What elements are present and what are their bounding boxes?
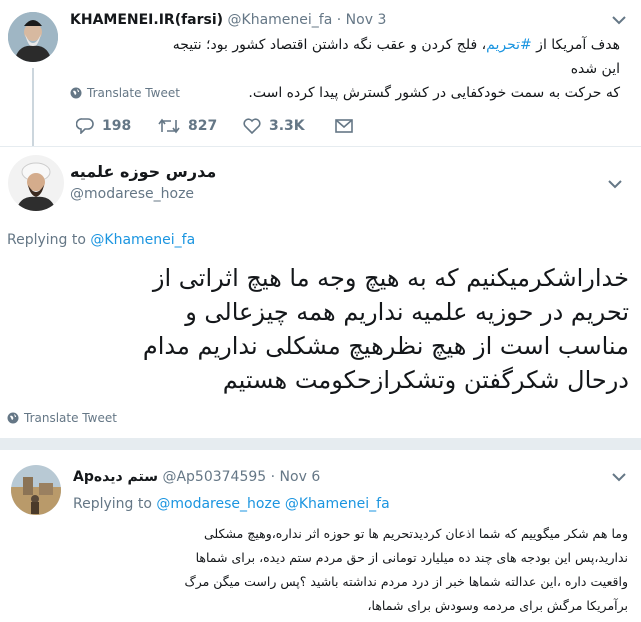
replying-to-label: Replying to xyxy=(73,496,152,512)
avatar-modarese[interactable] xyxy=(8,155,64,211)
thread-line xyxy=(32,68,34,146)
author-handle[interactable]: @modarese_hoze xyxy=(70,186,194,202)
tweet-date[interactable]: · Nov 6 xyxy=(271,469,321,485)
globe-icon xyxy=(7,412,19,424)
avatar-khamenei[interactable] xyxy=(8,12,58,62)
retweet-icon xyxy=(158,118,180,134)
avatar-ap[interactable] xyxy=(11,465,61,515)
chevron-down-icon[interactable] xyxy=(608,179,622,189)
tweet-text: هدف آمریکا از #تحریم، فلج کردن و عقب نگه… xyxy=(172,37,620,101)
chevron-down-icon[interactable] xyxy=(612,472,626,482)
author-handle[interactable]: @Ap50374595 xyxy=(162,469,266,485)
author-name[interactable]: KHAMENEI.IR(farsi) xyxy=(70,12,223,28)
section-gap xyxy=(0,439,641,449)
replying-to-label: Replying to xyxy=(7,232,86,248)
author-name[interactable]: Apستم دیده xyxy=(73,469,158,485)
hashtag-link[interactable]: #تحریم xyxy=(486,37,532,53)
replying-to-link[interactable]: @Khamenei_fa xyxy=(90,232,195,248)
direct-message-button[interactable] xyxy=(335,118,353,134)
heart-icon xyxy=(243,118,261,134)
reply-icon xyxy=(76,118,94,134)
retweet-button[interactable]: 827 xyxy=(158,118,243,134)
divider xyxy=(0,449,641,450)
reply-button[interactable]: 198 xyxy=(76,118,158,134)
tweet-text: وما هم شکر میگوییم که شما اذعان کردیدتحر… xyxy=(184,526,629,613)
divider xyxy=(0,146,641,147)
tweet-text: خداراشکرمیکنیم که به هیچ وجه ما هیچ اثرا… xyxy=(142,264,629,394)
chevron-down-icon[interactable] xyxy=(612,15,626,25)
author-handle[interactable]: @Khamenei_fa xyxy=(228,12,333,28)
tweet-date[interactable]: · Nov 3 xyxy=(337,12,387,28)
like-button[interactable]: 3.3K xyxy=(243,118,335,134)
translate-tweet-button[interactable]: Translate Tweet xyxy=(7,411,117,425)
translate-tweet-button[interactable]: Translate Tweet xyxy=(70,86,180,100)
author-name[interactable]: مدرس حوزه علمیه xyxy=(70,162,216,181)
globe-icon xyxy=(70,87,82,99)
replying-to-link[interactable]: @modarese_hoze @Khamenei_fa xyxy=(156,496,389,512)
envelope-icon xyxy=(335,119,353,133)
